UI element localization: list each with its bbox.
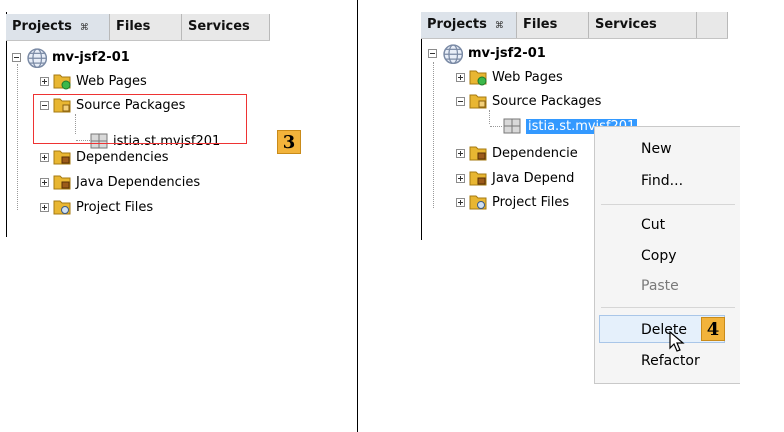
menu-item-paste[interactable]: Paste	[595, 272, 741, 300]
tree-item-project[interactable]: mv-jsf2-01	[12, 46, 130, 68]
left-tab-bar: Projects ⌘ Files Services	[6, 14, 270, 41]
tab-projects[interactable]: Projects ⌘	[6, 14, 110, 40]
menu-item-cut[interactable]: Cut	[595, 211, 741, 239]
menu-separator	[601, 307, 735, 308]
folder-library-icon	[469, 171, 487, 186]
tree-item-web-pages[interactable]: Web Pages	[456, 66, 563, 88]
right-panel-border	[421, 12, 422, 240]
tree-item-project-files[interactable]: Project Files	[456, 191, 569, 213]
expand-icon[interactable]	[456, 148, 465, 158]
tree-connector	[433, 62, 434, 208]
menu-item-new[interactable]: New	[595, 135, 741, 163]
folder-files-icon	[53, 200, 71, 215]
project-globe-icon	[443, 44, 463, 64]
folder-library-icon	[469, 146, 487, 161]
expand-icon[interactable]	[456, 72, 465, 82]
folder-library-icon	[53, 175, 71, 190]
tree-item-label: Web Pages	[492, 69, 563, 85]
tree-item-dependencies[interactable]: Dependencie	[456, 142, 578, 164]
collapse-icon[interactable]	[456, 96, 465, 106]
step-badge: 3	[277, 130, 301, 154]
tree-item-project[interactable]: mv-jsf2-01	[428, 42, 546, 64]
menu-item-find[interactable]: Find...	[595, 167, 741, 195]
tab-files[interactable]: Files	[110, 14, 182, 40]
tree-item-label: Java Dependencies	[76, 174, 201, 190]
tab-overflow	[697, 12, 728, 38]
tab-files[interactable]: Files	[517, 12, 589, 38]
right-tab-bar: Projects ⌘ Files Services	[421, 12, 728, 39]
tree-connector	[490, 126, 502, 127]
tree-connector	[17, 64, 18, 210]
menu-separator	[601, 204, 735, 205]
tree-connector	[489, 110, 490, 124]
package-icon	[503, 118, 521, 134]
tab-services[interactable]: Services	[589, 12, 697, 38]
tree-item-label: mv-jsf2-01	[52, 49, 130, 65]
tree-item-java-dependencies[interactable]: Java Dependencies	[40, 171, 200, 193]
tree-item-label: Web Pages	[76, 73, 147, 89]
context-menu: New Find... Cut Copy Paste Delete Refact…	[594, 126, 740, 384]
left-panel-border	[6, 12, 7, 237]
tree-item-label: Project Files	[492, 194, 570, 210]
expand-icon[interactable]	[40, 152, 49, 162]
tab-projects-label: Projects	[12, 19, 72, 34]
collapse-icon[interactable]	[12, 52, 21, 62]
step-badge: 4	[701, 317, 725, 341]
folder-files-icon	[469, 195, 487, 210]
tree-item-java-dependencies[interactable]: Java Depend	[456, 167, 574, 189]
tab-projects[interactable]: Projects ⌘	[421, 12, 517, 38]
expand-icon[interactable]	[40, 76, 49, 86]
folder-library-icon	[53, 150, 71, 165]
highlight-box	[33, 94, 247, 144]
tree-item-label: Dependencies	[76, 149, 169, 165]
collapse-icon[interactable]	[428, 48, 437, 58]
tab-services[interactable]: Services	[182, 14, 270, 40]
expand-icon[interactable]	[40, 202, 49, 212]
tree-item-label: Dependencie	[492, 145, 578, 161]
tree-item-project-files[interactable]: Project Files	[40, 196, 153, 218]
tree-item-label: Source Packages	[492, 93, 602, 109]
tree-item-label: mv-jsf2-01	[468, 45, 546, 61]
expand-icon[interactable]	[456, 173, 465, 183]
expand-icon[interactable]	[456, 197, 465, 207]
close-icon[interactable]: ⌘	[80, 23, 89, 33]
menu-item-copy[interactable]: Copy	[595, 242, 741, 270]
tree-item-dependencies[interactable]: Dependencies	[40, 146, 169, 168]
tree-item-source-packages[interactable]: Source Packages	[456, 90, 601, 112]
folder-globe-icon	[53, 74, 71, 90]
mouse-pointer-icon	[669, 331, 685, 352]
project-globe-icon	[27, 48, 47, 68]
tree-item-web-pages[interactable]: Web Pages	[40, 70, 147, 92]
screenshot-divider	[357, 0, 358, 432]
close-icon[interactable]: ⌘	[495, 21, 504, 31]
tab-projects-label: Projects	[427, 17, 487, 32]
folder-globe-icon	[469, 70, 487, 86]
tree-item-label: Java Depend	[492, 170, 575, 186]
folder-package-icon	[469, 94, 487, 109]
tree-item-label: Project Files	[76, 199, 154, 215]
expand-icon[interactable]	[40, 177, 49, 187]
